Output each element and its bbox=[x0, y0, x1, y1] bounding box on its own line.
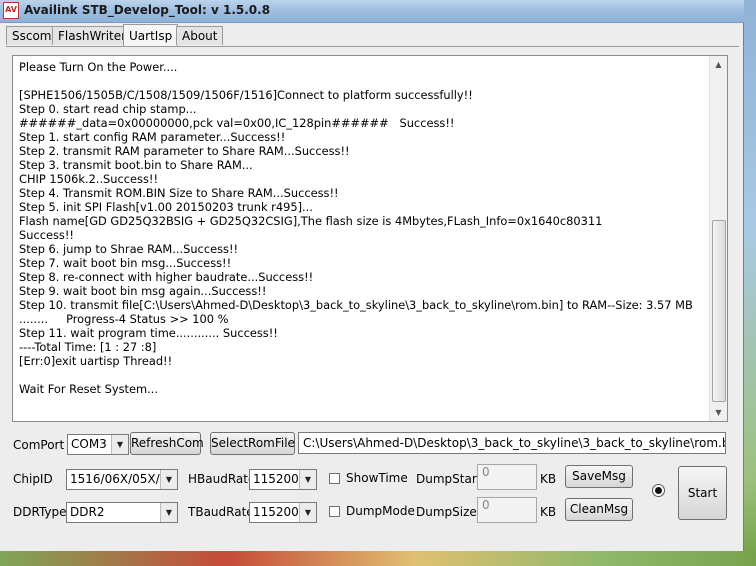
comport-value: COM3 bbox=[71, 437, 107, 451]
log-line: ........ Progress-4 Status >> 100 % bbox=[19, 312, 229, 326]
tab-uartisp[interactable]: UartIsp bbox=[123, 24, 179, 46]
select-rom-file-button[interactable]: SelectRomFile bbox=[210, 432, 295, 455]
comport-label: ComPort bbox=[13, 438, 65, 452]
log-line: Step 6. jump to Shrae RAM...Success!! bbox=[19, 242, 239, 256]
clean-msg-button[interactable]: CleanMsg bbox=[565, 498, 633, 521]
ddrtype-label: DDRType bbox=[13, 505, 67, 519]
dumpmode-label[interactable]: DumpMode bbox=[346, 504, 415, 518]
log-output[interactable]: Please Turn On the Power.... [SPHE1506/15… bbox=[12, 55, 728, 422]
status-indicator bbox=[652, 484, 665, 497]
scroll-thumb[interactable] bbox=[712, 220, 726, 402]
log-line: ######_data=0x00000000,pck val=0x00,IC_1… bbox=[19, 116, 455, 130]
tbaudrate-select[interactable]: 115200 ▼ bbox=[249, 502, 317, 523]
log-line: Step 8. re-connect with higher baudrate.… bbox=[19, 270, 314, 284]
log-line: ----Total Time: [1 : 27 :8] bbox=[19, 340, 157, 354]
save-msg-button[interactable]: SaveMsg bbox=[565, 465, 633, 488]
log-line: Please Turn On the Power.... bbox=[19, 60, 178, 74]
tab-about[interactable]: About bbox=[176, 26, 224, 45]
dumpstart-unit: KB bbox=[540, 472, 557, 486]
log-line: Step 9. wait boot bin msg again...Succes… bbox=[19, 284, 267, 298]
tbaudrate-label: TBaudRate bbox=[188, 505, 254, 519]
log-line: CHIP 1506k.2..Success!! bbox=[19, 172, 159, 186]
log-line: Success!! bbox=[19, 228, 74, 242]
log-line: Wait For Reset System... bbox=[19, 382, 158, 396]
log-line: [Err:0]exit uartisp Thread!! bbox=[19, 354, 173, 368]
chipid-label: ChipID bbox=[13, 472, 53, 486]
chevron-down-icon: ▼ bbox=[299, 470, 316, 489]
dumpsize-unit: KB bbox=[540, 505, 557, 519]
log-line: [SPHE1506/1505B/C/1508/1509/1506F/1516]C… bbox=[19, 88, 473, 102]
app-icon: AV bbox=[3, 2, 19, 19]
log-line: Step 2. transmit RAM parameter to Share … bbox=[19, 144, 350, 158]
window-title: Availink STB_Develop_Tool: v 1.5.0.8 bbox=[24, 3, 271, 17]
log-line: Step 7. wait boot bin msg...Success!! bbox=[19, 256, 232, 270]
chipid-select[interactable]: 1516/06X/05X/0 ▼ bbox=[66, 469, 178, 490]
ddrtype-select[interactable]: DDR2 ▼ bbox=[66, 502, 178, 523]
dumpmode-checkbox[interactable] bbox=[329, 506, 340, 517]
chevron-down-icon: ▼ bbox=[299, 503, 316, 522]
log-line: Step 4. Transmit ROM.BIN Size to Share R… bbox=[19, 186, 339, 200]
hbaudrate-select[interactable]: 115200 ▼ bbox=[249, 469, 317, 490]
tbaudrate-value: 115200 bbox=[253, 505, 299, 519]
log-line: Flash name[GD GD25Q32BSIG + GD25Q32CSIG]… bbox=[19, 214, 603, 228]
dumpsize-label: DumpSize bbox=[416, 505, 477, 519]
log-lines: Please Turn On the Power.... [SPHE1506/15… bbox=[19, 60, 707, 396]
desktop-background-bottom bbox=[0, 551, 756, 566]
chevron-down-icon: ▼ bbox=[160, 503, 177, 522]
hbaudrate-value: 115200 bbox=[253, 472, 299, 486]
log-line: Step 10. transmit file[C:\Users\Ahmed-D\… bbox=[19, 298, 693, 312]
chevron-down-icon: ▼ bbox=[160, 470, 177, 489]
app-window: AV Availink STB_Develop_Tool: v 1.5.0.8 … bbox=[0, 0, 744, 551]
showtime-label[interactable]: ShowTime bbox=[346, 471, 408, 485]
desktop-background-right bbox=[744, 0, 756, 566]
showtime-checkbox[interactable] bbox=[329, 473, 340, 484]
tab-sscom[interactable]: Sscom bbox=[6, 26, 58, 45]
log-line: Step 5. init SPI Flash[v1.00 20150203 tr… bbox=[19, 200, 313, 214]
dumpstart-label: DumpStart bbox=[416, 472, 482, 486]
title-bar[interactable]: AV Availink STB_Develop_Tool: v 1.5.0.8 bbox=[0, 0, 744, 23]
comport-select[interactable]: COM3 ▼ bbox=[67, 434, 129, 455]
tab-flashwriter[interactable]: FlashWriter bbox=[52, 26, 133, 45]
scroll-down-icon[interactable]: ▼ bbox=[710, 404, 727, 421]
log-line: Step 11. wait program time............ S… bbox=[19, 326, 278, 340]
log-scrollbar[interactable]: ▲ ▼ bbox=[709, 56, 727, 421]
log-line: Step 1. start config RAM parameter...Suc… bbox=[19, 130, 286, 144]
chipid-value: 1516/06X/05X/0 bbox=[70, 472, 168, 486]
log-line: Step 0. start read chip stamp... bbox=[19, 102, 197, 116]
chevron-down-icon: ▼ bbox=[111, 435, 128, 454]
dumpsize-input[interactable]: 0 bbox=[477, 497, 537, 523]
dumpstart-input[interactable]: 0 bbox=[477, 464, 537, 490]
hbaudrate-label: HBaudRate bbox=[188, 472, 256, 486]
start-button[interactable]: Start bbox=[678, 466, 727, 520]
log-line: Step 3. transmit boot.bin to Share RAM..… bbox=[19, 158, 253, 172]
scroll-up-icon[interactable]: ▲ bbox=[710, 56, 727, 73]
ddrtype-value: DDR2 bbox=[70, 505, 105, 519]
tab-divider bbox=[6, 46, 739, 47]
rom-path-input[interactable]: C:\Users\Ahmed-D\Desktop\3_back_to_skyli… bbox=[298, 432, 726, 454]
refresh-com-button[interactable]: RefreshCom bbox=[130, 432, 204, 455]
